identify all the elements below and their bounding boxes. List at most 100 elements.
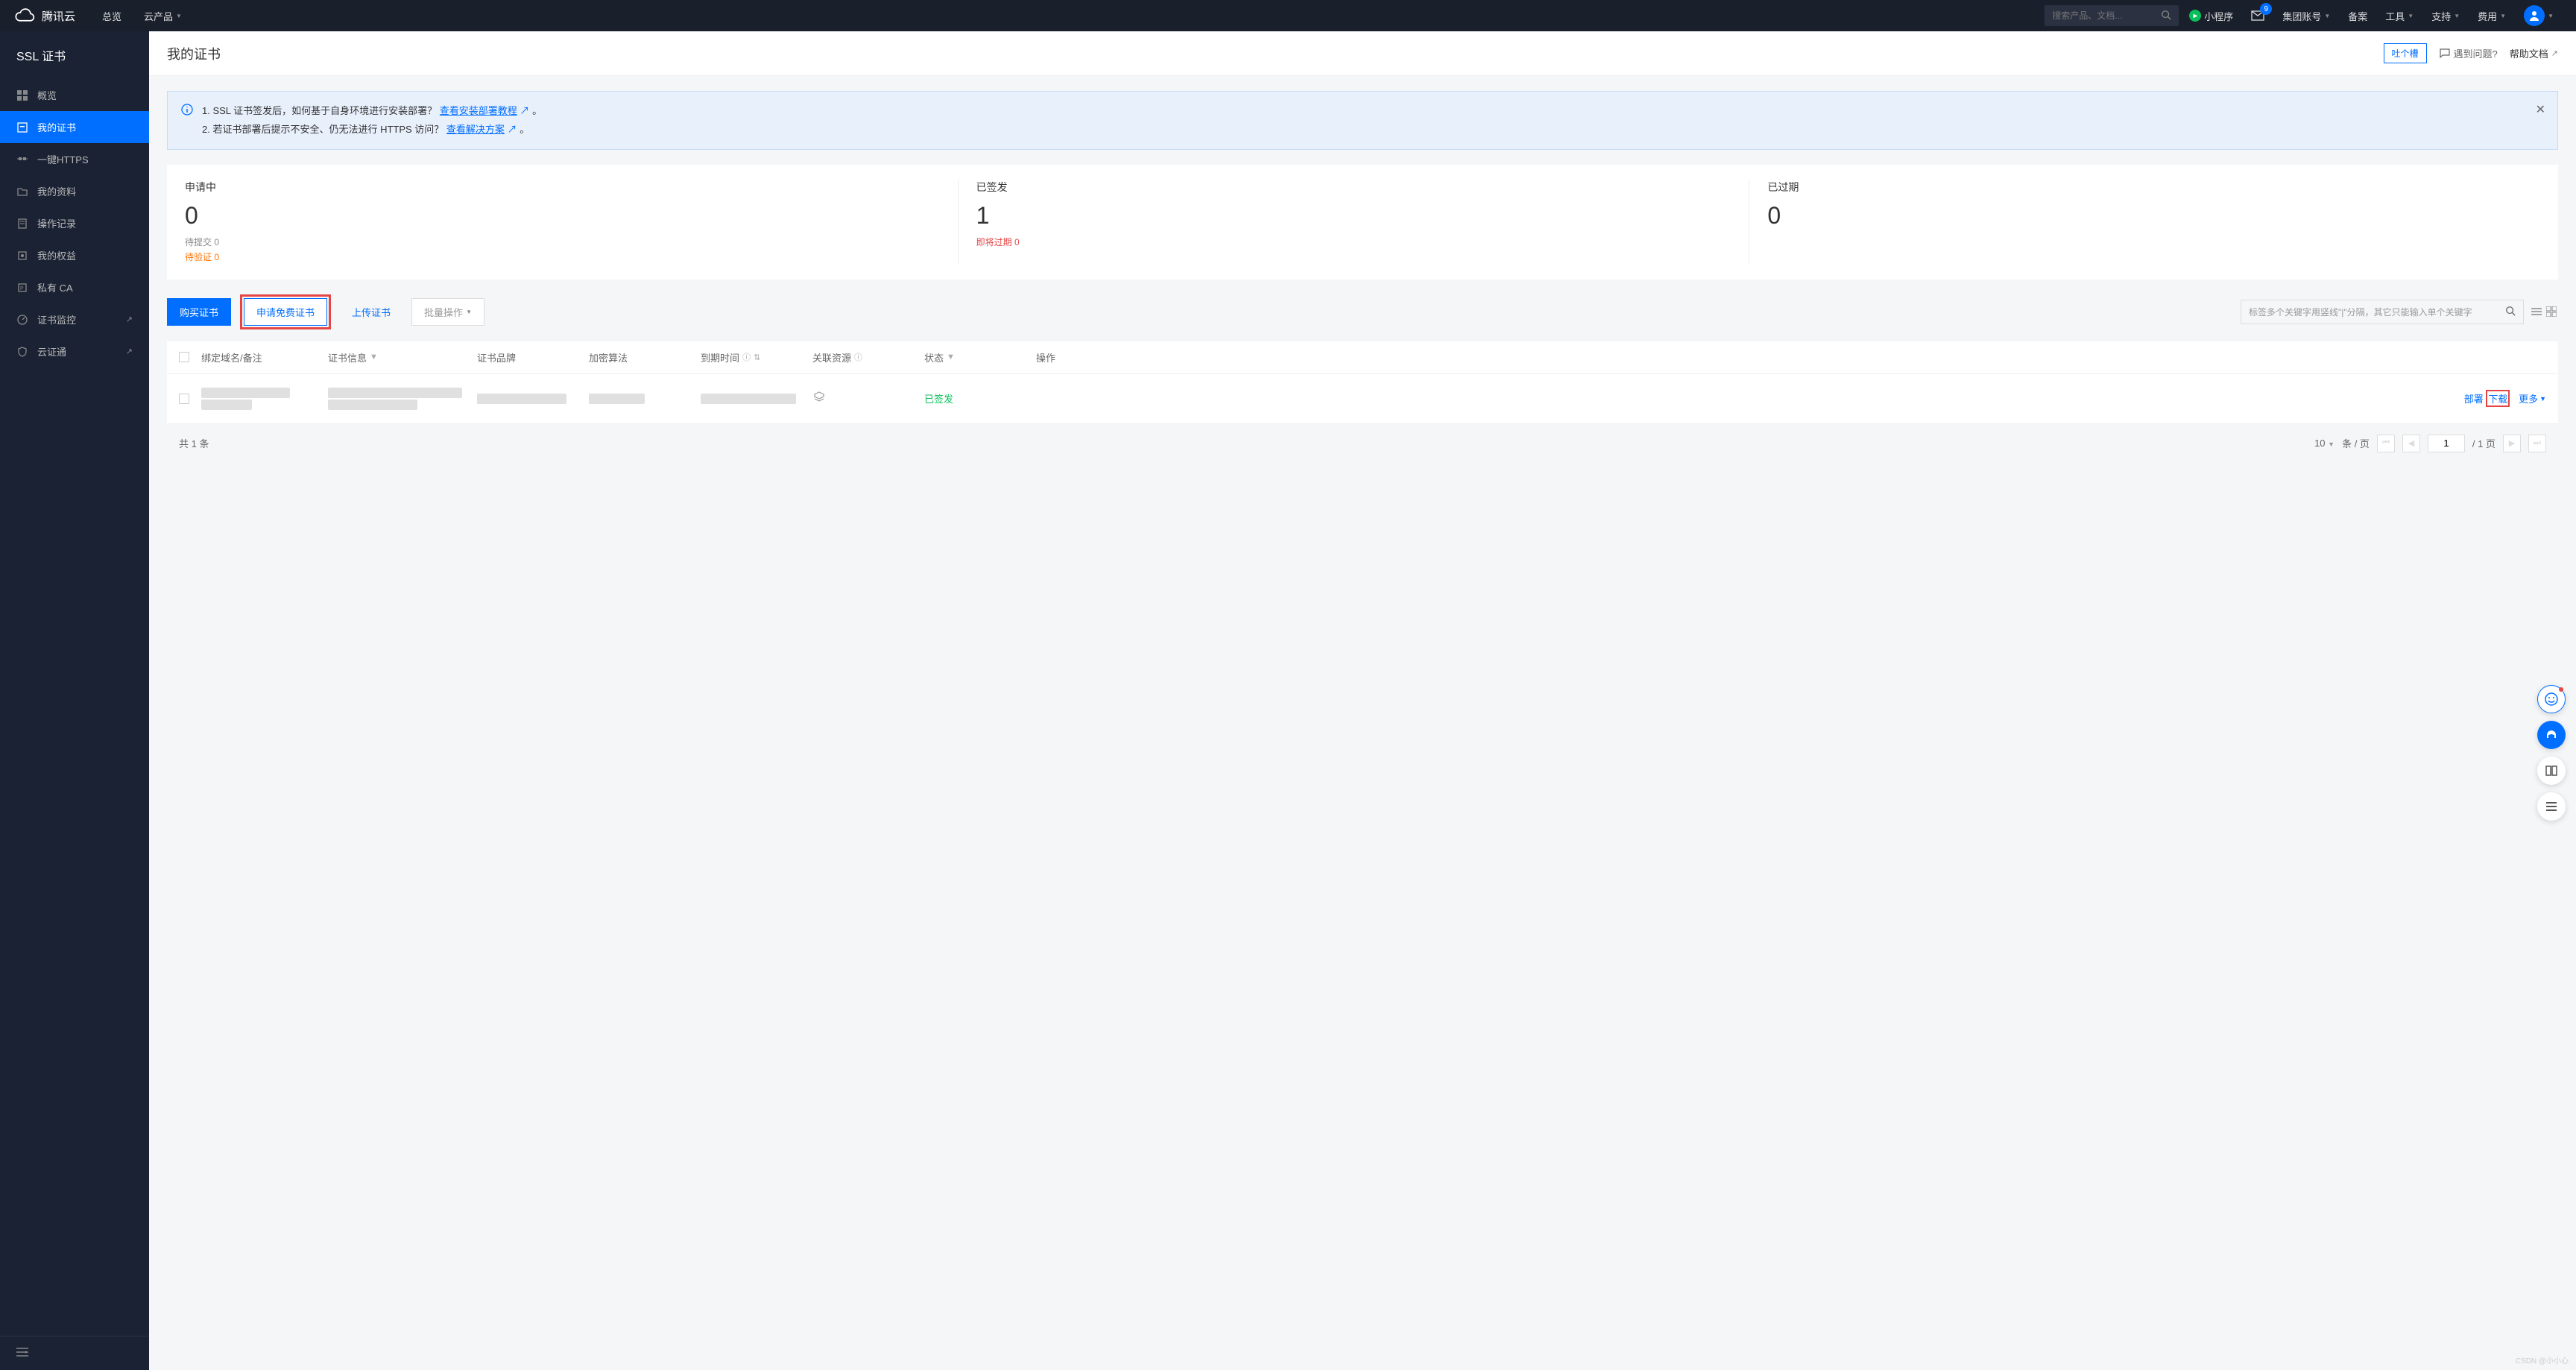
global-search[interactable] — [2045, 5, 2179, 26]
feedback-button[interactable]: 吐个槽 — [2384, 43, 2427, 63]
brand-text: 腾讯云 — [42, 8, 75, 24]
float-docs-button[interactable] — [2537, 757, 2566, 785]
col-brand[interactable]: 证书品牌 — [477, 350, 589, 364]
buy-cert-button[interactable]: 购买证书 — [167, 298, 231, 326]
sort-icon[interactable]: ⇅ — [754, 353, 760, 362]
row-checkbox[interactable] — [179, 394, 189, 404]
nav-products[interactable]: 云产品 ▼ — [135, 0, 191, 31]
info-icon[interactable]: ⓘ — [742, 351, 751, 363]
stat-issued[interactable]: 已签发 1 即将过期 0 — [958, 180, 1749, 264]
external-link-icon: ↗ — [126, 347, 133, 356]
download-link[interactable]: 下载 — [2488, 391, 2507, 405]
docs-link[interactable]: 帮助文档 ↗ — [2510, 46, 2558, 60]
highlight-marker: 下载 — [2486, 390, 2510, 407]
info-icon[interactable]: ⓘ — [854, 351, 862, 363]
solution-link[interactable]: 查看解决方案 — [446, 124, 505, 135]
stat-expired[interactable]: 已过期 0 — [1749, 180, 2540, 264]
watermark: CSDN @小小心 — [2516, 1354, 2569, 1366]
close-icon[interactable]: ✕ — [2536, 102, 2545, 117]
doc-icon — [16, 218, 28, 230]
float-buttons — [2537, 685, 2566, 821]
col-status[interactable]: 状态 ▼ — [924, 350, 1036, 364]
notice-line2: 2. 若证书部署后提示不安全、仍无法进行 HTTPS 访问？ 查看解决方案 ↗ … — [202, 121, 2544, 139]
fees-dropdown[interactable]: 费用▼ — [2470, 0, 2513, 31]
collapse-icon[interactable] — [16, 1348, 28, 1360]
page-size-select[interactable]: 10 ▼ — [2314, 438, 2334, 449]
tutorial-link[interactable]: 查看安装部署教程 — [440, 105, 517, 116]
caret-down-icon: ▼ — [2408, 13, 2414, 19]
prev-page-button[interactable]: ◀ — [2402, 435, 2420, 452]
select-all-checkbox[interactable] — [179, 352, 189, 362]
apply-free-cert-button[interactable]: 申请免费证书 — [244, 298, 327, 326]
deploy-link[interactable]: 部署 — [2464, 391, 2484, 405]
caret-down-icon: ▼ — [2539, 395, 2546, 403]
first-page-button[interactable]: ⏮ — [2377, 435, 2395, 452]
col-info[interactable]: 证书信息▼ — [328, 350, 477, 364]
filter-icon[interactable]: ▼ — [370, 353, 378, 362]
grid-icon — [16, 89, 28, 101]
faq-link[interactable]: 遇到问题? — [2439, 46, 2498, 60]
sidebar-item-oplog[interactable]: 操作记录 — [0, 207, 149, 239]
sidebar-item-pca[interactable]: P 私有 CA — [0, 271, 149, 303]
filter-input[interactable]: 标签多个关键字用竖线"|"分隔，其它只能输入单个关键字 — [2241, 300, 2524, 324]
sidebar-item-rights[interactable]: 我的权益 — [0, 239, 149, 271]
col-expire[interactable]: 到期时间 ⓘ ⇅ — [701, 350, 812, 364]
upload-cert-button[interactable]: 上传证书 — [340, 299, 402, 325]
https-icon — [16, 154, 28, 165]
col-domain[interactable]: 绑定域名/备注 — [201, 350, 328, 364]
logo[interactable]: 腾讯云 — [15, 7, 75, 25]
nav-overview[interactable]: 总览 — [93, 0, 130, 31]
account-dropdown[interactable]: 集团账号▼ — [2275, 0, 2337, 31]
resource-icon — [812, 391, 826, 404]
sidebar: SSL 证书 概览 我的证书 一键HTTPS 我的资料 操作记录 我的权益 P … — [0, 31, 149, 1370]
col-resource[interactable]: 关联资源 ⓘ — [812, 350, 924, 364]
float-support-button[interactable] — [2537, 721, 2566, 749]
top-nav: 总览 云产品 ▼ — [93, 0, 191, 31]
miniprogram-link[interactable]: ▸ 小程序 — [2182, 0, 2241, 31]
stat-pending[interactable]: 申请中 0 待提交 0 待验证 0 — [185, 180, 958, 264]
table-row: 已签发 部署 下载 更多 ▼ — [167, 374, 2558, 424]
tools-dropdown[interactable]: 工具▼ — [2378, 0, 2421, 31]
search-input[interactable] — [2052, 10, 2161, 21]
col-op: 操作 — [1036, 350, 2546, 364]
top-header: 腾讯云 总览 云产品 ▼ ▸ 小程序 9 集团账号▼ 备案 工具▼ — [0, 0, 2576, 31]
more-dropdown[interactable]: 更多 ▼ — [2519, 391, 2546, 405]
last-page-button[interactable]: ⏭ — [2528, 435, 2546, 452]
float-feedback-button[interactable] — [2537, 685, 2566, 713]
cell-info — [328, 386, 477, 411]
mail-button[interactable]: 9 — [2244, 0, 2272, 31]
float-menu-button[interactable] — [2537, 792, 2566, 821]
notification-dot — [2559, 687, 2563, 692]
batch-action-dropdown[interactable]: 批量操作 ▼ — [411, 298, 484, 326]
grid-view-icon[interactable] — [2545, 305, 2558, 318]
sidebar-footer — [0, 1336, 149, 1370]
filter-icon[interactable]: ▼ — [947, 353, 955, 362]
folder-icon — [16, 186, 28, 198]
support-dropdown[interactable]: 支持▼ — [2424, 0, 2467, 31]
next-page-button[interactable]: ▶ — [2503, 435, 2521, 452]
stats-row: 申请中 0 待提交 0 待验证 0 已签发 1 即将过期 0 已过期 0 — [167, 165, 2558, 279]
avatar-dropdown[interactable]: ▼ — [2516, 0, 2561, 31]
pca-icon: P — [16, 282, 28, 294]
sidebar-item-onekey[interactable]: 一键HTTPS — [0, 143, 149, 175]
sidebar-item-overview[interactable]: 概览 — [0, 79, 149, 111]
notice-line1: 1. SSL 证书签发后，如何基于自身环境进行安装部署？ 查看安装部署教程 ↗ … — [202, 102, 2544, 121]
sidebar-item-yzt[interactable]: 云证通 ↗ — [0, 335, 149, 367]
filing-link[interactable]: 备案 — [2340, 0, 2375, 31]
col-algo[interactable]: 加密算法 — [589, 350, 701, 364]
sidebar-item-monitor[interactable]: 证书监控 ↗ — [0, 303, 149, 335]
search-icon[interactable] — [2505, 306, 2516, 318]
svg-text:P: P — [20, 286, 24, 291]
page-input[interactable] — [2428, 435, 2465, 452]
sidebar-item-profile[interactable]: 我的资料 — [0, 175, 149, 207]
external-link-icon: ↗ — [2551, 48, 2558, 58]
list-view-icon[interactable] — [2530, 305, 2543, 318]
external-link-icon: ↗ — [126, 315, 133, 324]
actions-row: 购买证书 申请免费证书 上传证书 批量操作 ▼ 标签多个关键字用竖线"|"分隔，… — [167, 294, 2558, 329]
notice-banner: 1. SSL 证书签发后，如何基于自身环境进行安装部署？ 查看安装部署教程 ↗ … — [167, 91, 2558, 150]
sidebar-item-mycert[interactable]: 我的证书 — [0, 111, 149, 143]
cell-resource — [812, 391, 924, 406]
smile-icon — [2544, 692, 2559, 707]
search-icon[interactable] — [2161, 10, 2171, 22]
cert-table: 绑定域名/备注 证书信息▼ 证书品牌 加密算法 到期时间 ⓘ ⇅ 关联资源 ⓘ … — [167, 341, 2558, 424]
